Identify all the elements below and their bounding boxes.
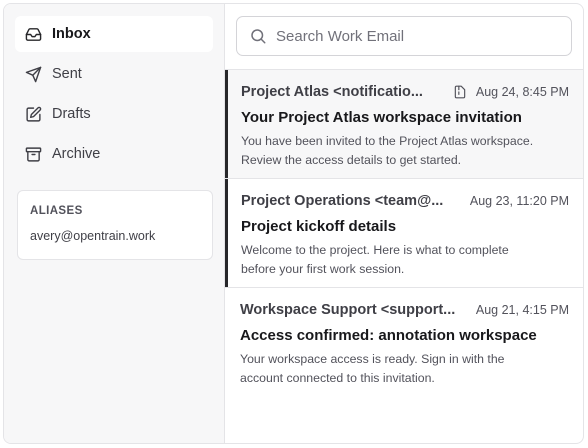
search-icon (249, 27, 267, 45)
sidebar-item-drafts[interactable]: Drafts (15, 96, 213, 132)
sidebar-item-label: Inbox (52, 26, 91, 42)
sidebar: Inbox Sent Drafts Archive ALIASES avery@… (4, 4, 225, 443)
email-list: Project Atlas <notificatio... Aug 24, 8:… (225, 69, 583, 397)
email-date: Aug 23, 11:20 PM (469, 194, 569, 208)
archive-icon (25, 146, 42, 163)
sidebar-item-label: Sent (52, 66, 82, 82)
inbox-icon (25, 26, 42, 43)
search-box[interactable] (236, 16, 572, 56)
email-preview: You have been invited to the Project Atl… (241, 134, 534, 167)
email-preview: Welcome to the project. Here is what to … (241, 243, 509, 276)
email-preview: Your workspace access is ready. Sign in … (240, 352, 505, 385)
main-panel: Project Atlas <notificatio... Aug 24, 8:… (225, 4, 583, 443)
email-date: Aug 24, 8:45 PM (475, 85, 569, 99)
alias-email[interactable]: avery@opentrain.work (30, 229, 200, 243)
email-subject: Your Project Atlas workspace invitation (241, 109, 522, 126)
search-input[interactable] (276, 27, 546, 45)
aliases-panel: ALIASES avery@opentrain.work (17, 190, 213, 260)
mail-app: Inbox Sent Drafts Archive ALIASES avery@… (3, 3, 584, 444)
sidebar-item-sent[interactable]: Sent (15, 56, 213, 92)
sidebar-item-label: Archive (52, 146, 101, 162)
email-subject: Access confirmed: annotation workspace (240, 327, 537, 344)
email-sender: Workspace Support <support... (240, 302, 456, 318)
email-item[interactable]: Project Operations <team@... Aug 23, 11:… (225, 179, 583, 288)
email-date: Aug 21, 4:15 PM (475, 303, 569, 317)
send-icon (25, 66, 42, 83)
sidebar-item-inbox[interactable]: Inbox (15, 16, 213, 52)
aliases-title: ALIASES (30, 205, 83, 217)
email-sender: Project Operations <team@... (241, 193, 444, 209)
attachment-icon (453, 85, 467, 99)
email-sender: Project Atlas <notificatio... (241, 84, 423, 100)
email-subject: Project kickoff details (241, 218, 397, 235)
email-item[interactable]: Workspace Support <support... Aug 21, 4:… (225, 288, 583, 397)
search-bar (225, 4, 583, 69)
sidebar-item-archive[interactable]: Archive (15, 136, 213, 172)
email-item[interactable]: Project Atlas <notificatio... Aug 24, 8:… (225, 70, 583, 179)
edit-icon (25, 106, 42, 123)
sidebar-item-label: Drafts (52, 106, 91, 122)
